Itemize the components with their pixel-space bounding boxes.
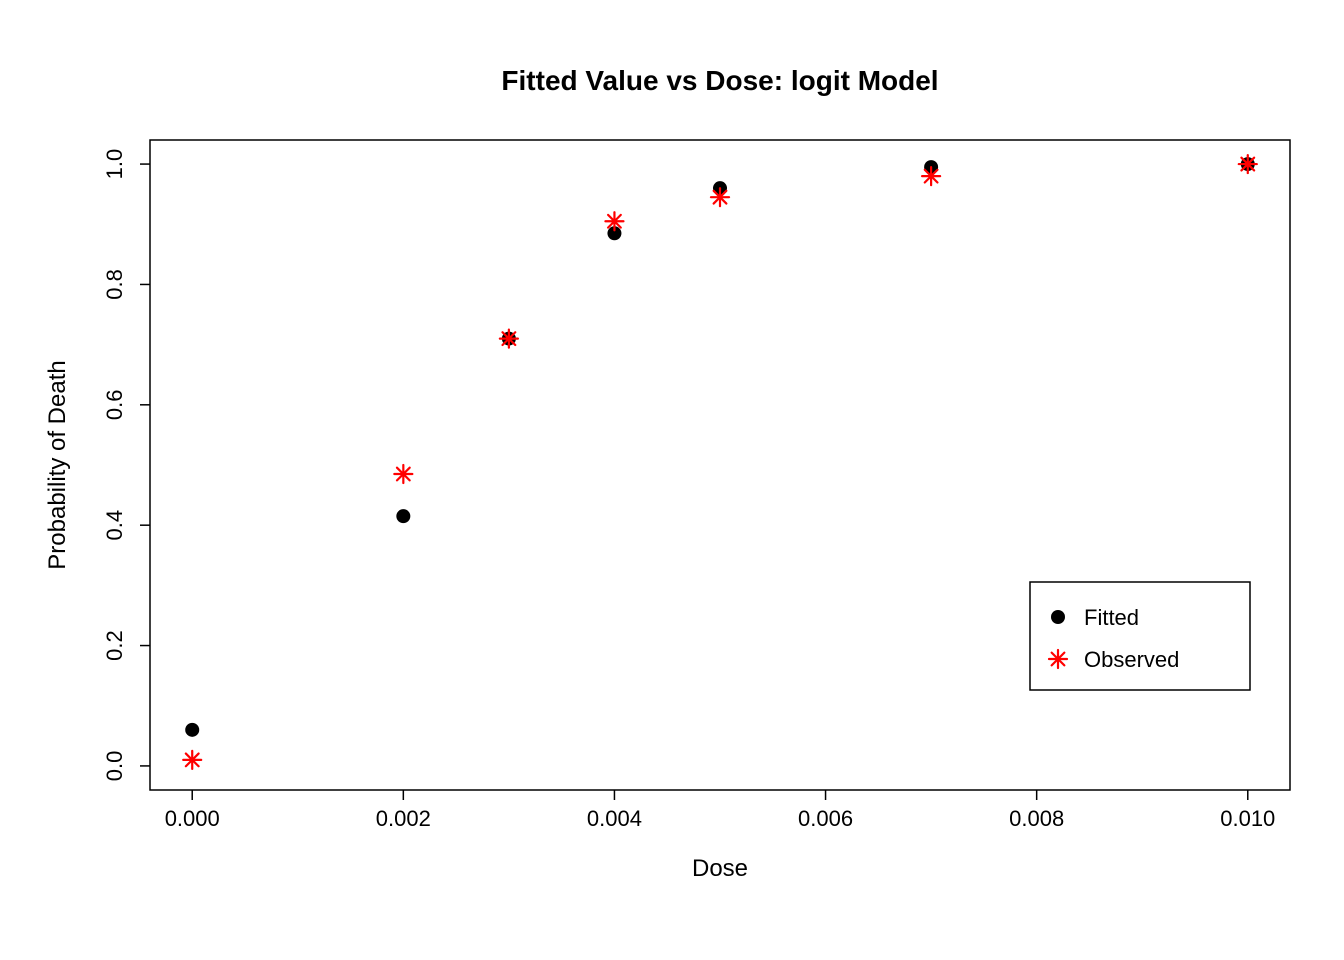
legend-marker-observed — [1049, 650, 1067, 668]
point-observed — [183, 751, 201, 769]
point-observed — [1239, 155, 1257, 173]
x-tick-label: 0.008 — [1009, 806, 1064, 831]
point-observed — [922, 167, 940, 185]
x-tick-label: 0.004 — [587, 806, 642, 831]
point-observed — [711, 188, 729, 206]
chart-svg: 0.000 0.002 0.004 0.006 0.008 0.010 0.0 0.2 0.4 0… — [0, 0, 1344, 960]
x-axis-title: Dose — [692, 855, 748, 882]
legend-box — [1030, 582, 1250, 690]
y-tick-label: 0.4 — [102, 510, 127, 541]
legend-label: Fitted — [1084, 605, 1139, 630]
legend-label: Observed — [1084, 647, 1179, 672]
x-tick-label: 0.006 — [798, 806, 853, 831]
y-tick-label: 1.0 — [102, 149, 127, 180]
point-fitted — [396, 509, 410, 523]
x-tick-label: 0.010 — [1220, 806, 1275, 831]
x-tick-label: 0.000 — [165, 806, 220, 831]
y-tick-label: 0.2 — [102, 630, 127, 661]
point-observed — [605, 212, 623, 230]
x-tick-label: 0.002 — [376, 806, 431, 831]
y-tick-label: 0.6 — [102, 390, 127, 421]
y-tick-label: 0.8 — [102, 269, 127, 300]
point-fitted — [185, 723, 199, 737]
y-tick-label: 0.0 — [102, 751, 127, 782]
point-observed — [394, 465, 412, 483]
chart-title: Fitted Value vs Dose: logit Model — [501, 65, 938, 96]
y-axis-title: Probability of Death — [44, 360, 71, 569]
point-observed — [500, 330, 518, 348]
chart-container: 0.000 0.002 0.004 0.006 0.008 0.010 0.0 0.2 0.4 0… — [0, 0, 1344, 960]
legend-marker-fitted — [1051, 610, 1065, 624]
plot-border — [150, 140, 1290, 790]
